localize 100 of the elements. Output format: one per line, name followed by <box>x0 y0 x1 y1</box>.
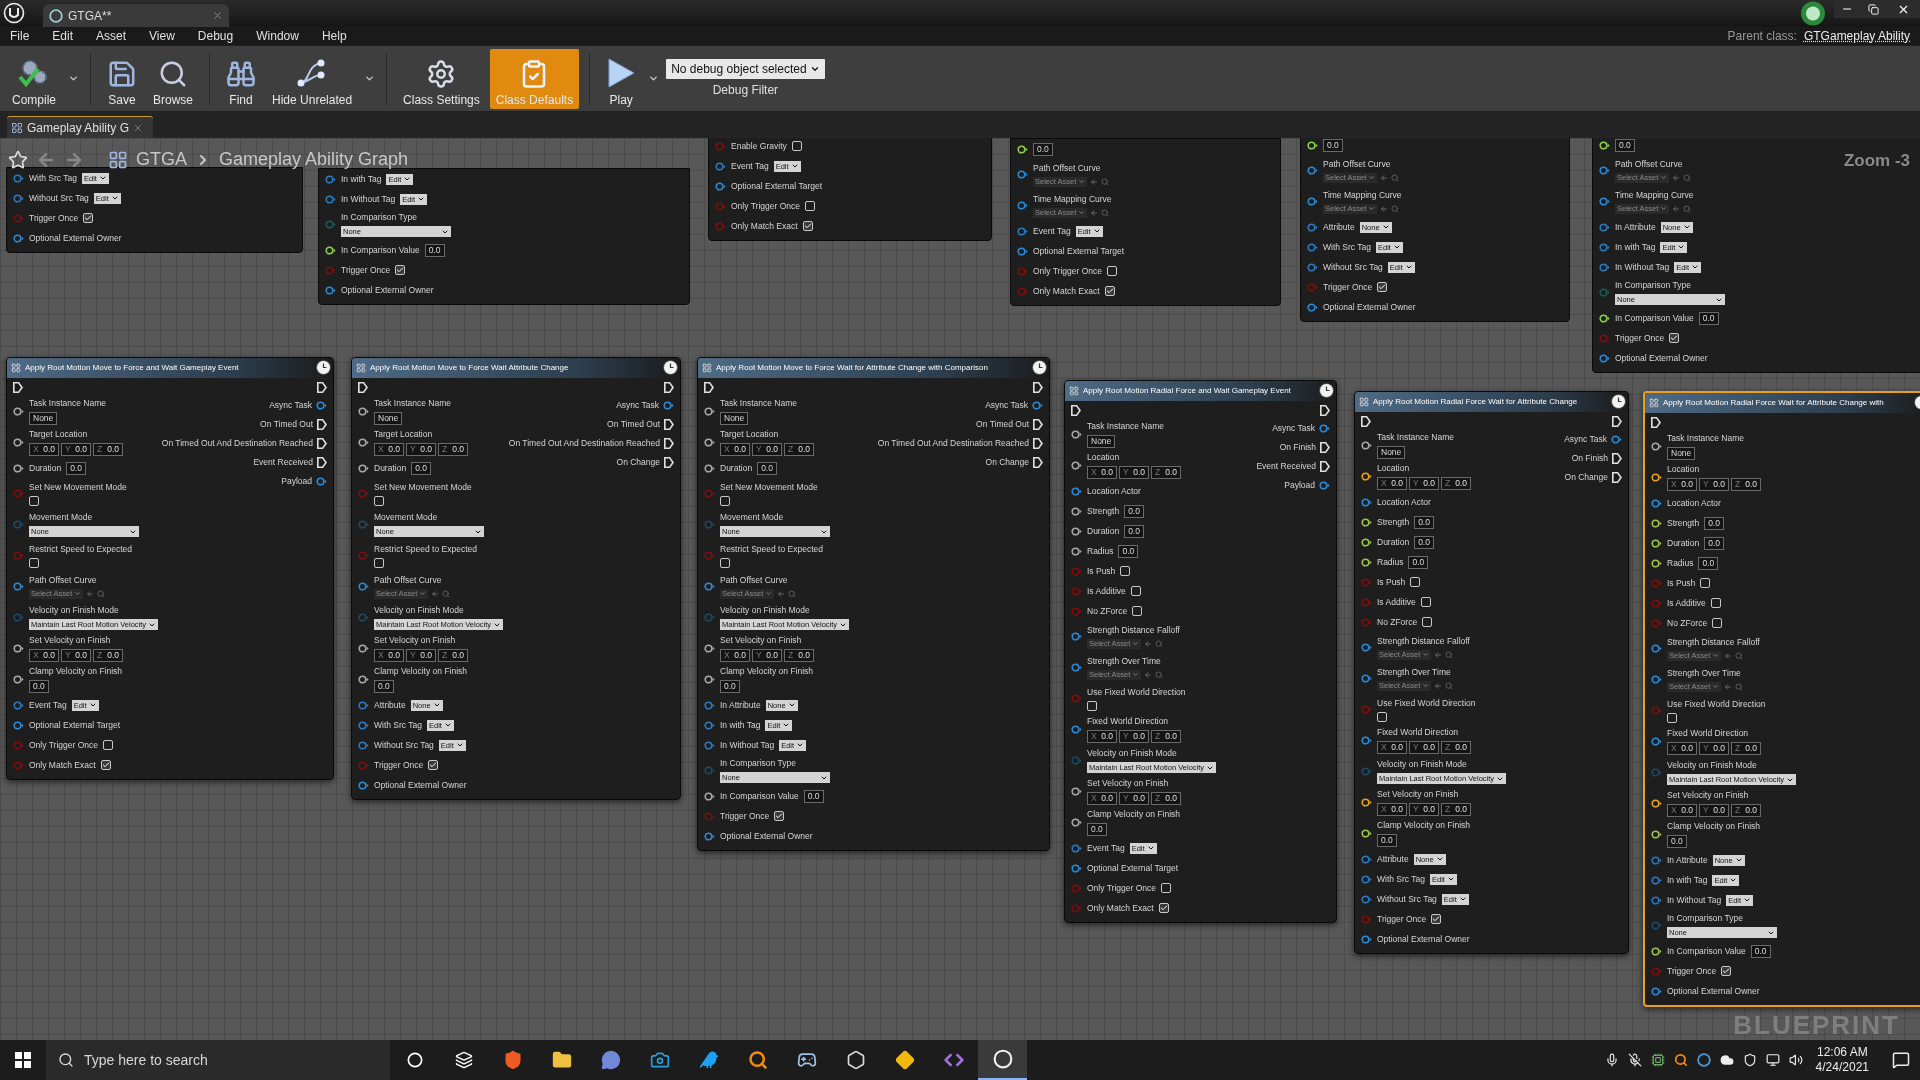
vector-field[interactable]: Z 0.0 <box>1151 792 1181 805</box>
pin-icon[interactable] <box>1071 725 1082 734</box>
pin-icon[interactable] <box>1307 222 1318 232</box>
vector-field[interactable]: X 0.0 <box>720 649 750 662</box>
exec-pin-icon[interactable] <box>664 438 674 449</box>
value-field[interactable]: None <box>29 412 58 425</box>
pin-icon[interactable] <box>704 791 715 801</box>
exec-pin-icon[interactable] <box>1033 419 1043 430</box>
magnifier-icon[interactable] <box>1673 1053 1688 1067</box>
favorite-icon[interactable] <box>8 149 28 170</box>
pin-icon[interactable] <box>358 675 369 684</box>
graph-node[interactable] <box>697 357 1050 851</box>
search-icon[interactable] <box>1445 650 1454 659</box>
vector-field[interactable]: X 0.0 <box>29 443 59 456</box>
pin-icon[interactable] <box>358 700 369 710</box>
value-field[interactable]: 0.0 <box>1087 823 1107 836</box>
pin-icon[interactable] <box>358 740 369 750</box>
pin-icon[interactable] <box>1651 558 1662 568</box>
notification-icon[interactable] <box>1892 1051 1910 1069</box>
menu-item[interactable]: Help <box>321 28 347 44</box>
vector-field[interactable]: Y 0.0 <box>1699 478 1729 491</box>
pin-icon[interactable] <box>358 582 369 591</box>
search-icon[interactable] <box>1735 651 1744 660</box>
vector-field[interactable]: Y 0.0 <box>406 443 436 456</box>
search-icon[interactable] <box>788 589 797 598</box>
pin-icon[interactable] <box>704 720 715 730</box>
value-field[interactable]: None <box>1087 435 1116 448</box>
vector-field[interactable]: Z 0.0 <box>1731 804 1761 817</box>
pin-icon[interactable] <box>13 193 24 203</box>
pin-icon[interactable] <box>1651 498 1662 508</box>
taskbar-search-field[interactable]: Type here to search <box>46 1040 390 1080</box>
pin-icon[interactable] <box>1071 461 1082 470</box>
vector-field[interactable]: Y 0.0 <box>1699 804 1729 817</box>
pin-icon[interactable] <box>1651 473 1662 482</box>
debug-object-dropdown[interactable]: No debug object selected <box>666 58 825 79</box>
exec-pin-icon[interactable] <box>664 457 674 468</box>
exec-pin-icon[interactable] <box>1033 381 1043 393</box>
pin-icon[interactable] <box>1599 222 1610 232</box>
pin-icon[interactable] <box>13 438 24 447</box>
search-icon[interactable] <box>1445 681 1454 690</box>
search-icon[interactable] <box>1155 670 1164 679</box>
pin-icon[interactable] <box>1599 166 1610 175</box>
menu-item[interactable]: View <box>149 28 175 44</box>
search-icon[interactable] <box>1391 204 1400 213</box>
microphone-icon[interactable] <box>1604 1053 1619 1067</box>
pin-icon[interactable] <box>358 644 369 653</box>
vector-field[interactable]: X 0.0 <box>1667 804 1697 817</box>
pin-icon[interactable] <box>1017 201 1028 210</box>
vector-field[interactable]: Z 0.0 <box>1441 477 1471 490</box>
checkbox[interactable] <box>1130 586 1141 596</box>
exec-pin-icon[interactable] <box>1651 416 1661 428</box>
vector-field[interactable]: Z 0.0 <box>784 649 814 662</box>
pin-icon[interactable] <box>1307 242 1318 252</box>
graph-node[interactable] <box>1064 380 1337 923</box>
pin-icon[interactable] <box>1307 140 1318 150</box>
pin-icon[interactable] <box>1307 262 1318 272</box>
pin-icon[interactable] <box>13 463 24 473</box>
checkbox[interactable] <box>1104 286 1115 296</box>
pin-icon[interactable] <box>13 233 24 243</box>
search-icon[interactable] <box>1391 173 1400 182</box>
pin-icon[interactable] <box>358 463 369 473</box>
pin-icon[interactable] <box>1071 632 1082 641</box>
toolbar-button[interactable]: Hide Unrelated <box>266 48 359 109</box>
pin-icon[interactable] <box>704 438 715 447</box>
pin-icon[interactable] <box>1651 799 1662 808</box>
checkbox[interactable] <box>83 213 94 223</box>
pin-icon[interactable] <box>1651 644 1662 653</box>
pin-icon[interactable] <box>1032 401 1043 410</box>
value-field[interactable]: 0.0 <box>1414 535 1434 549</box>
value-field[interactable]: 0.0 <box>374 680 394 693</box>
pin-icon[interactable] <box>1361 643 1372 652</box>
pin-icon[interactable] <box>1319 481 1330 490</box>
value-field[interactable]: 0.0 <box>1377 834 1397 847</box>
value-field[interactable]: 0.0 <box>757 461 777 475</box>
checkbox[interactable] <box>720 495 730 506</box>
search-icon[interactable] <box>1735 682 1744 691</box>
vector-field[interactable]: Y 0.0 <box>752 443 782 456</box>
vector-field[interactable]: Z 0.0 <box>93 649 123 662</box>
document-tab[interactable]: Gameplay Ability G <box>7 116 153 138</box>
vector-field[interactable]: Y 0.0 <box>1409 741 1439 754</box>
pin-icon[interactable] <box>1651 442 1662 451</box>
checkbox[interactable] <box>791 141 802 151</box>
pin-icon[interactable] <box>13 644 24 653</box>
windows-logo-icon[interactable] <box>15 1052 31 1068</box>
pin-icon[interactable] <box>704 407 715 416</box>
chat-icon[interactable] <box>600 1050 621 1070</box>
pin-icon[interactable] <box>1599 262 1610 272</box>
value-field[interactable]: 0.0 <box>1615 138 1635 152</box>
shield-icon[interactable] <box>1742 1053 1757 1067</box>
pin-icon[interactable] <box>1599 242 1610 252</box>
pin-icon[interactable] <box>1361 829 1372 838</box>
checkbox[interactable] <box>374 495 384 506</box>
checkbox[interactable] <box>774 811 785 821</box>
parent-class-link[interactable]: GTGameplay Ability <box>1803 27 1910 45</box>
toolbar-button[interactable]: Class Settings <box>397 48 486 109</box>
vector-field[interactable]: Z 0.0 <box>784 443 814 456</box>
exec-pin-icon[interactable] <box>1320 404 1330 416</box>
exec-pin-icon[interactable] <box>317 457 327 468</box>
pin-icon[interactable] <box>715 161 726 171</box>
value-field[interactable]: 0.0 <box>424 243 445 257</box>
